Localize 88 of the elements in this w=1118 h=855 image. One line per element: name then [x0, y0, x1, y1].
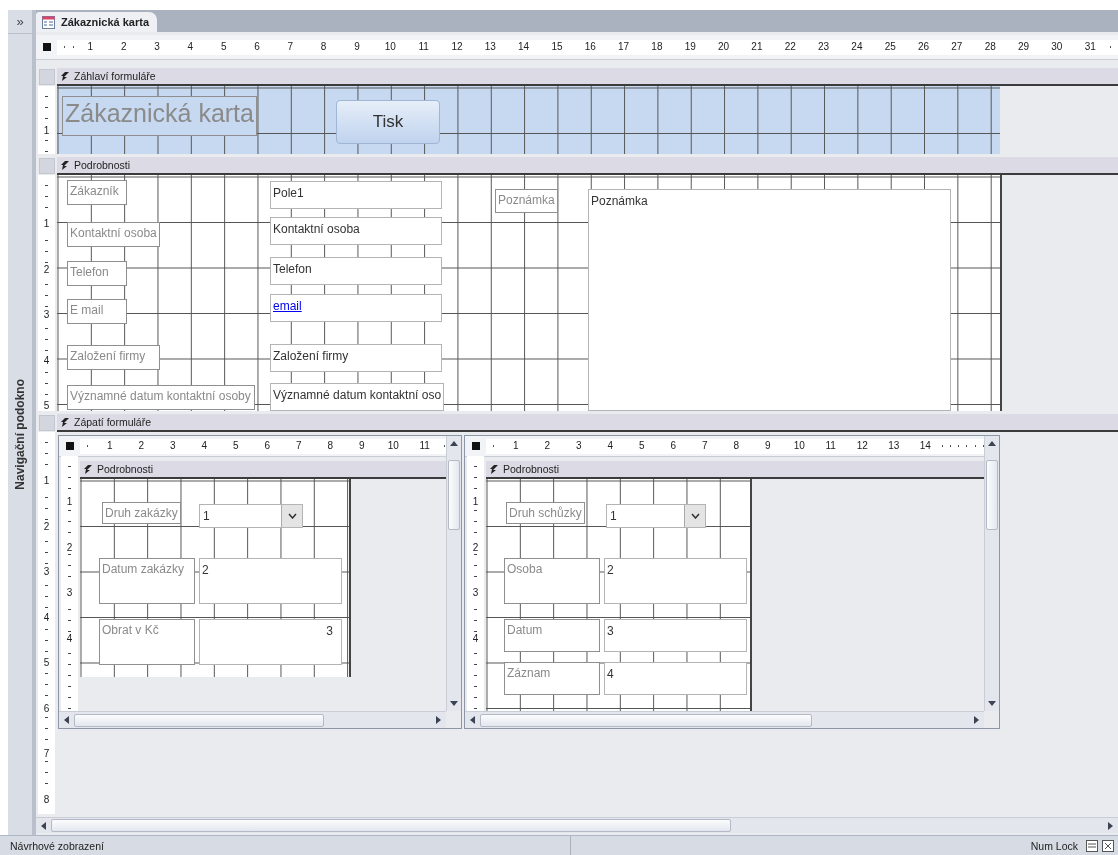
arrow-down-icon[interactable] [987, 698, 997, 708]
document-tab[interactable]: Zákaznická karta [36, 12, 158, 32]
status-text: Num Lock [1030, 839, 1078, 852]
ruler-number: 5 [43, 399, 50, 411]
select-all-icon[interactable] [42, 43, 51, 51]
combo-box[interactable]: 1 [606, 504, 706, 528]
arrow-right-icon[interactable] [433, 715, 443, 725]
expand-toggle[interactable]: » [8, 10, 32, 34]
text-field[interactable]: Kontaktní osoba [270, 217, 442, 245]
ruler-number: 4 [472, 631, 479, 645]
field-label: Poznámka [495, 189, 558, 213]
scroll-thumb[interactable] [74, 713, 324, 727]
ruler-number: 8 [43, 792, 50, 806]
section-bar[interactable]: Zápatí formuláře [57, 414, 1118, 432]
print-button[interactable]: Tisk [336, 100, 440, 144]
field-label: Osoba [504, 558, 600, 604]
text-field[interactable]: Poznámka [588, 189, 951, 411]
text-field[interactable]: 3 [604, 619, 747, 652]
ruler-number: 2 [43, 519, 50, 533]
arrow-up-icon[interactable] [449, 439, 459, 449]
section-title: Zápatí formuláře [74, 416, 152, 428]
text-field[interactable]: Pole1 [270, 181, 442, 209]
arrow-left-icon[interactable] [468, 715, 478, 725]
select-all-icon[interactable] [65, 442, 74, 450]
arrow-right-icon[interactable] [971, 715, 981, 725]
ruler-number: 3 [66, 586, 73, 600]
scroll-thumb[interactable] [986, 460, 998, 530]
section-title: Podrobnosti [97, 463, 154, 475]
text-field[interactable]: email [270, 294, 442, 322]
section-title: Záhlaví formuláře [74, 70, 156, 82]
field-label: Telefon [67, 261, 127, 286]
arrow-up-icon[interactable] [987, 439, 997, 449]
scrollbar[interactable] [465, 711, 984, 728]
text-field[interactable]: Telefon [270, 257, 442, 285]
status-text: Návrhové zobrazení [10, 839, 104, 852]
section-bar[interactable]: Podrobnosti [57, 157, 1118, 175]
pane-title: Navigační podokno [13, 379, 27, 490]
section-title: Podrobnosti [74, 159, 131, 171]
ruler-number: 3 [472, 586, 479, 600]
arrow-right-icon[interactable] [1105, 820, 1115, 831]
ruler-number: 2 [472, 540, 479, 554]
design-view-icon[interactable] [1102, 839, 1114, 852]
section-bar[interactable]: Podrobnosti [80, 461, 446, 479]
field-label: Zákazník [67, 180, 127, 205]
ruler-number: 1 [43, 474, 50, 488]
field-label: E mail [67, 299, 127, 324]
scrollbar[interactable] [59, 711, 446, 728]
ruler-number: 2 [43, 262, 50, 276]
field-label: Významné datum kontaktní osoby [67, 385, 255, 410]
form-icon [42, 15, 55, 29]
chevron-down-icon[interactable] [690, 513, 700, 519]
scroll-thumb[interactable] [480, 713, 812, 727]
ruler-number: 6 [43, 701, 50, 715]
field-label: Druh schůzky [506, 502, 585, 524]
text-field[interactable]: 2 [199, 558, 342, 604]
form-view-icon[interactable] [1086, 839, 1098, 852]
select-all-icon[interactable] [471, 442, 480, 450]
section-title: Podrobnosti [503, 463, 560, 475]
scrollbar[interactable] [446, 436, 461, 711]
scroll-thumb[interactable] [51, 819, 731, 832]
field-label: Založení firmy [67, 345, 160, 370]
field-label: Druh zakázky [102, 502, 181, 524]
combo-box[interactable]: 1 [199, 504, 303, 528]
chevron-down-icon[interactable] [287, 513, 297, 519]
section-bar[interactable]: Podrobnosti [486, 461, 984, 479]
section-bar[interactable]: Záhlaví formuláře [57, 68, 1118, 86]
field-label: Obrat v Kč [99, 619, 195, 665]
text-field[interactable]: 3 [199, 619, 342, 665]
ruler-number: 2 [66, 540, 73, 554]
field-label: Datum [504, 619, 600, 652]
text-field[interactable]: 4 [604, 662, 747, 695]
ruler-number: 1 [43, 217, 50, 231]
scrollbar[interactable] [984, 436, 999, 711]
ruler-number: 4 [66, 631, 73, 645]
arrow-left-icon[interactable] [62, 715, 72, 725]
arrow-down-icon[interactable] [449, 698, 459, 708]
field-label: Datum zakázky [99, 558, 195, 604]
ruler-number: 4 [43, 610, 50, 624]
ruler-number: 4 [43, 353, 50, 367]
arrow-left-icon[interactable] [39, 820, 49, 831]
field-label: Kontaktní osoba [67, 222, 160, 247]
text-field[interactable]: 2 [604, 558, 747, 604]
text-field[interactable]: Významné datum kontaktní oso [270, 383, 445, 411]
field-label: Záznam [504, 662, 600, 695]
scroll-thumb[interactable] [448, 460, 460, 530]
scrollbar[interactable] [36, 817, 1118, 833]
text-field[interactable]: Založení firmy [270, 344, 442, 372]
form-title: Zákaznická karta [62, 96, 257, 136]
